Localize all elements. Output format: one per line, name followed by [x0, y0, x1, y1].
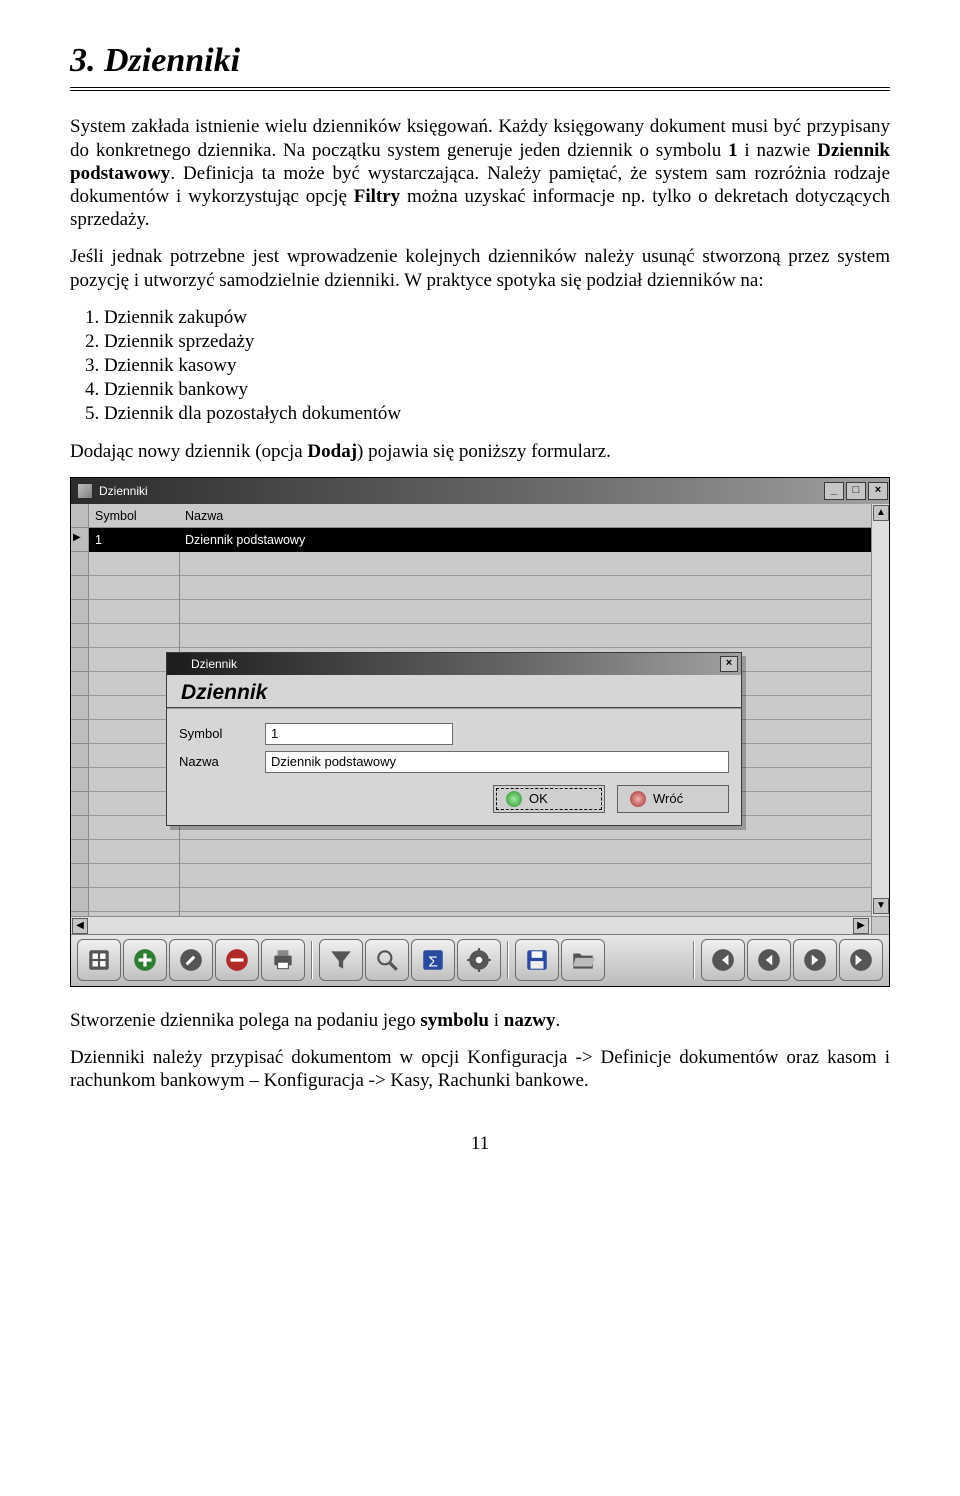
settings-button[interactable]: [457, 939, 501, 981]
list-item: Dziennik kasowy: [104, 354, 890, 377]
input-nazwa[interactable]: [265, 751, 729, 773]
check-icon: [506, 791, 522, 807]
column-header-nazwa[interactable]: Nazwa: [179, 504, 871, 528]
text: Stworzenie dziennika polega na podaniu j…: [70, 1010, 420, 1031]
dialog-icon: [172, 657, 186, 671]
text: .: [556, 1010, 561, 1031]
sum-button[interactable]: Σ: [411, 939, 455, 981]
text: Dodając nowy dziennik (opcja: [70, 441, 307, 462]
add-button[interactable]: [123, 939, 167, 981]
scroll-left-icon[interactable]: ◀: [72, 918, 88, 934]
label-symbol: Symbol: [179, 726, 265, 741]
maximize-button[interactable]: □: [846, 482, 866, 500]
text: i: [489, 1010, 504, 1031]
symbol-1: 1: [728, 140, 738, 161]
creation-paragraph: Stworzenie dziennika polega na podaniu j…: [70, 1009, 890, 1032]
cell-symbol[interactable]: 1: [89, 528, 179, 552]
horizontal-scrollbar[interactable]: ◀ ▶: [71, 916, 871, 934]
back-label: Wróć: [653, 791, 683, 806]
scroll-right-icon[interactable]: ▶: [853, 918, 869, 934]
svg-text:Σ: Σ: [428, 954, 437, 971]
edit-button[interactable]: [169, 939, 213, 981]
dialog-header-label: Dziennik: [167, 675, 741, 709]
cancel-icon: [630, 791, 646, 807]
page-number: 11: [70, 1132, 890, 1155]
dialog-title: Dziennik: [191, 657, 237, 671]
cell-nazwa[interactable]: Dziennik podstawowy: [179, 528, 871, 552]
input-symbol[interactable]: [265, 723, 453, 745]
list-item: Dziennik bankowy: [104, 378, 890, 401]
data-grid[interactable]: Symbol Nazwa 1 Dziennik podstawowy ▲ ▼ ◀…: [71, 504, 889, 934]
save-button[interactable]: [515, 939, 559, 981]
heading: 3. Dzienniki: [70, 40, 890, 81]
close-button[interactable]: ×: [868, 482, 888, 500]
scroll-down-icon[interactable]: ▼: [873, 898, 889, 914]
delete-button[interactable]: [215, 939, 259, 981]
nav-next-button[interactable]: [793, 939, 837, 981]
current-row-indicator: [71, 528, 89, 552]
heading-rule: [70, 87, 890, 91]
word-nazwy: nazwy: [504, 1010, 556, 1031]
journal-types-list: Dziennik zakupów Dziennik sprzedaży Dzie…: [104, 306, 890, 426]
window-titlebar[interactable]: Dzienniki _ □ ×: [71, 478, 889, 504]
label-nazwa: Nazwa: [179, 754, 265, 769]
toolbar-divider: [507, 941, 509, 979]
ok-button[interactable]: OK: [493, 785, 605, 813]
screenshot: Dzienniki _ □ × Symbol Nazwa 1 Dziennik …: [70, 477, 890, 987]
open-button[interactable]: [561, 939, 605, 981]
minimize-button[interactable]: _: [824, 482, 844, 500]
ok-label: OK: [529, 791, 548, 806]
nav-last-button[interactable]: [839, 939, 883, 981]
text: i nazwie: [738, 140, 818, 161]
column-header-symbol[interactable]: Symbol: [89, 504, 179, 528]
row-gutter: [71, 504, 89, 934]
dialog-close-button[interactable]: ×: [720, 656, 738, 672]
word-dodaj: Dodaj: [307, 441, 357, 462]
list-item: Dziennik dla pozostałych dokumentów: [104, 402, 890, 425]
scroll-up-icon[interactable]: ▲: [873, 505, 889, 521]
assign-paragraph: Dzienniki należy przypisać dokumentom w …: [70, 1046, 890, 1092]
window-title: Dzienniki: [99, 484, 148, 498]
filter-button[interactable]: [319, 939, 363, 981]
nav-prev-button[interactable]: [747, 939, 791, 981]
vertical-scrollbar[interactable]: ▲ ▼: [871, 504, 889, 916]
dialog-titlebar[interactable]: Dziennik ×: [167, 653, 741, 675]
search-button[interactable]: [365, 939, 409, 981]
tools-button[interactable]: [77, 939, 121, 981]
nav-first-button[interactable]: [701, 939, 745, 981]
scroll-grip: [871, 916, 889, 934]
print-button[interactable]: [261, 939, 305, 981]
text: ) pojawia się poniższy formularz.: [357, 441, 611, 462]
back-button[interactable]: Wróć: [617, 785, 729, 813]
toolbar: Σ: [71, 934, 889, 986]
toolbar-divider: [693, 941, 695, 979]
word-symbolu: symbolu: [420, 1010, 489, 1031]
app-icon: [77, 483, 93, 499]
list-item: Dziennik zakupów: [104, 306, 890, 329]
add-paragraph: Dodając nowy dziennik (opcja Dodaj) poja…: [70, 440, 890, 463]
intro-paragraph-2: Jeśli jednak potrzebne jest wprowadzenie…: [70, 245, 890, 291]
word-filtry: Filtry: [354, 186, 400, 207]
list-item: Dziennik sprzedaży: [104, 330, 890, 353]
toolbar-divider: [311, 941, 313, 979]
intro-paragraph: System zakłada istnienie wielu dziennikó…: [70, 115, 890, 231]
edit-dialog[interactable]: Dziennik × Dziennik Symbol Nazwa OK: [166, 652, 742, 826]
